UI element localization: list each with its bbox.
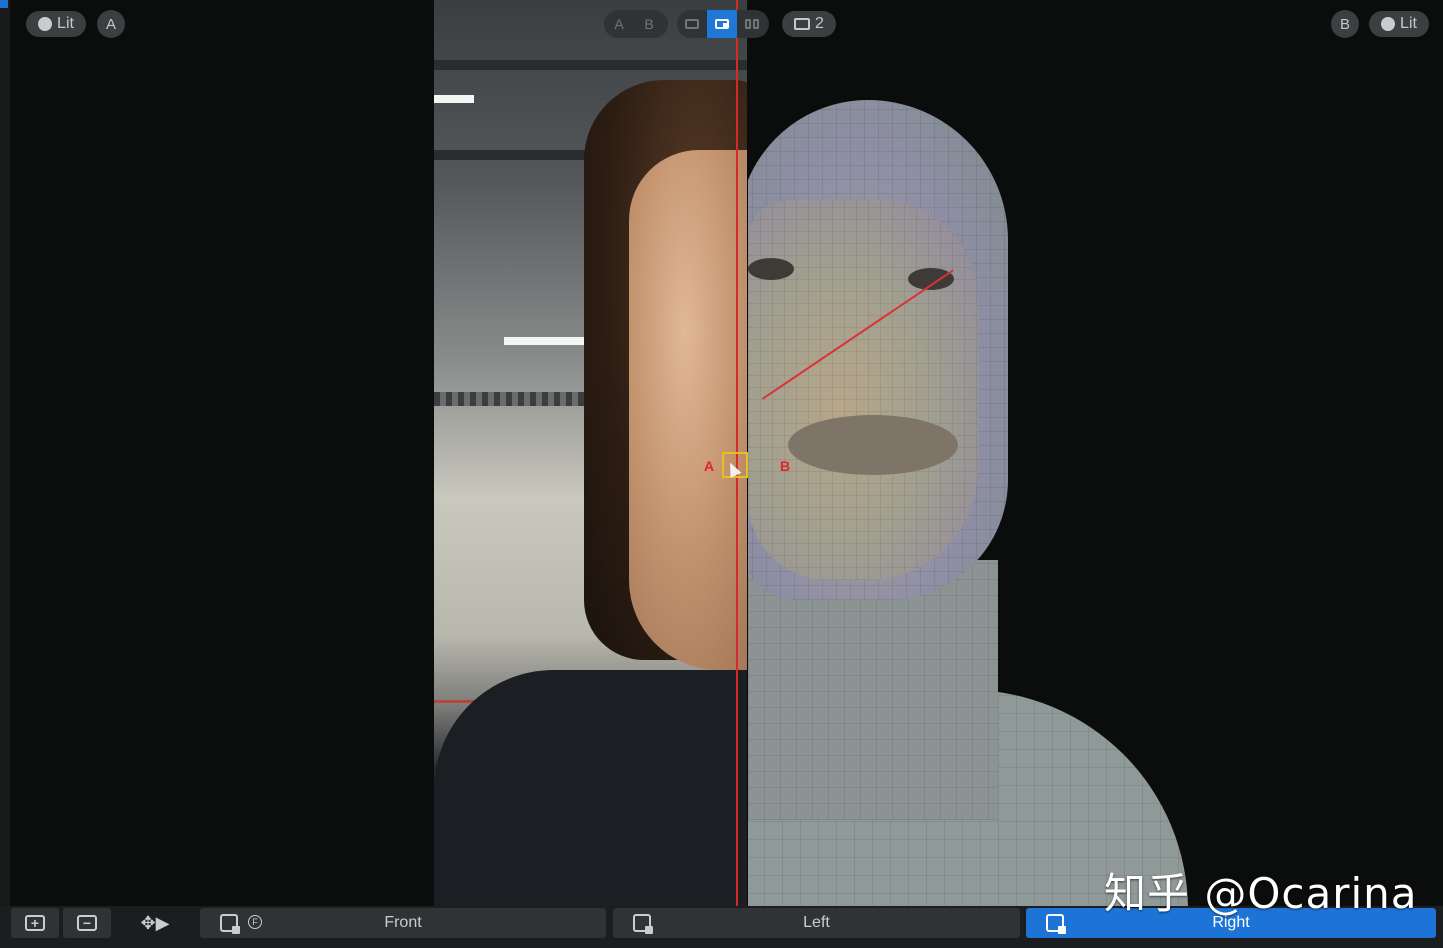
mesh-face bbox=[748, 200, 978, 580]
corner-accent bbox=[0, 0, 8, 8]
toggle-b-button[interactable]: B bbox=[634, 10, 664, 38]
layout-wipe-button[interactable] bbox=[707, 10, 737, 38]
ceiling-light bbox=[434, 95, 474, 103]
add-button[interactable]: + bbox=[11, 908, 59, 938]
toggle-a-button[interactable]: A bbox=[604, 10, 634, 38]
view-left-button[interactable]: Left bbox=[613, 908, 1020, 938]
frame-count-label: 2 bbox=[815, 15, 824, 32]
side-by-side-icon bbox=[745, 19, 759, 29]
lit-sphere-icon bbox=[38, 17, 53, 31]
ceiling-beam bbox=[434, 60, 747, 70]
lit-mode-button-a[interactable]: Lit bbox=[26, 11, 86, 37]
lit-mode-label: Lit bbox=[57, 15, 74, 32]
camera-move-button[interactable]: ✥▶ bbox=[118, 908, 192, 938]
mesh-eye-right bbox=[908, 268, 954, 290]
marker-a-label: A bbox=[704, 458, 715, 474]
watermark-text: 知乎 @Ocarina bbox=[1104, 869, 1418, 918]
view-left-label: Left bbox=[803, 914, 830, 931]
wipe-view-icon bbox=[715, 19, 729, 29]
left-edge-strip bbox=[0, 0, 10, 948]
frames-icon bbox=[794, 18, 811, 30]
lit-mode-label: Lit bbox=[1400, 15, 1417, 32]
lit-sphere-icon bbox=[1381, 17, 1396, 31]
reference-video-frame bbox=[434, 0, 747, 906]
mesh-eye-left bbox=[748, 258, 794, 280]
viewport-b-badge[interactable]: B bbox=[1331, 10, 1359, 38]
layout-side-by-side-button[interactable] bbox=[737, 10, 767, 38]
ab-toggle-group: A B bbox=[604, 10, 668, 38]
single-view-icon bbox=[685, 19, 699, 29]
camera-move-icon: ✥▶ bbox=[140, 912, 170, 933]
view-front-label: Front bbox=[384, 914, 422, 931]
marker-b-label: B bbox=[780, 458, 791, 474]
minus-square-icon: − bbox=[77, 915, 97, 931]
subject-face bbox=[629, 150, 747, 670]
lit-mode-button-b[interactable]: Lit bbox=[1369, 11, 1429, 37]
view-front-button[interactable]: F Front bbox=[200, 908, 606, 938]
subject-shirt bbox=[434, 670, 747, 906]
plus-square-icon: + bbox=[25, 915, 45, 931]
metahuman-mesh-view bbox=[748, 0, 1436, 906]
frame-count-button[interactable]: 2 bbox=[782, 11, 836, 37]
mesh-lips bbox=[788, 415, 958, 475]
viewport-a-badge[interactable]: A bbox=[97, 10, 125, 38]
remove-button[interactable]: − bbox=[63, 908, 111, 938]
layout-single-button[interactable] bbox=[677, 10, 707, 38]
layout-mode-group bbox=[677, 10, 769, 38]
